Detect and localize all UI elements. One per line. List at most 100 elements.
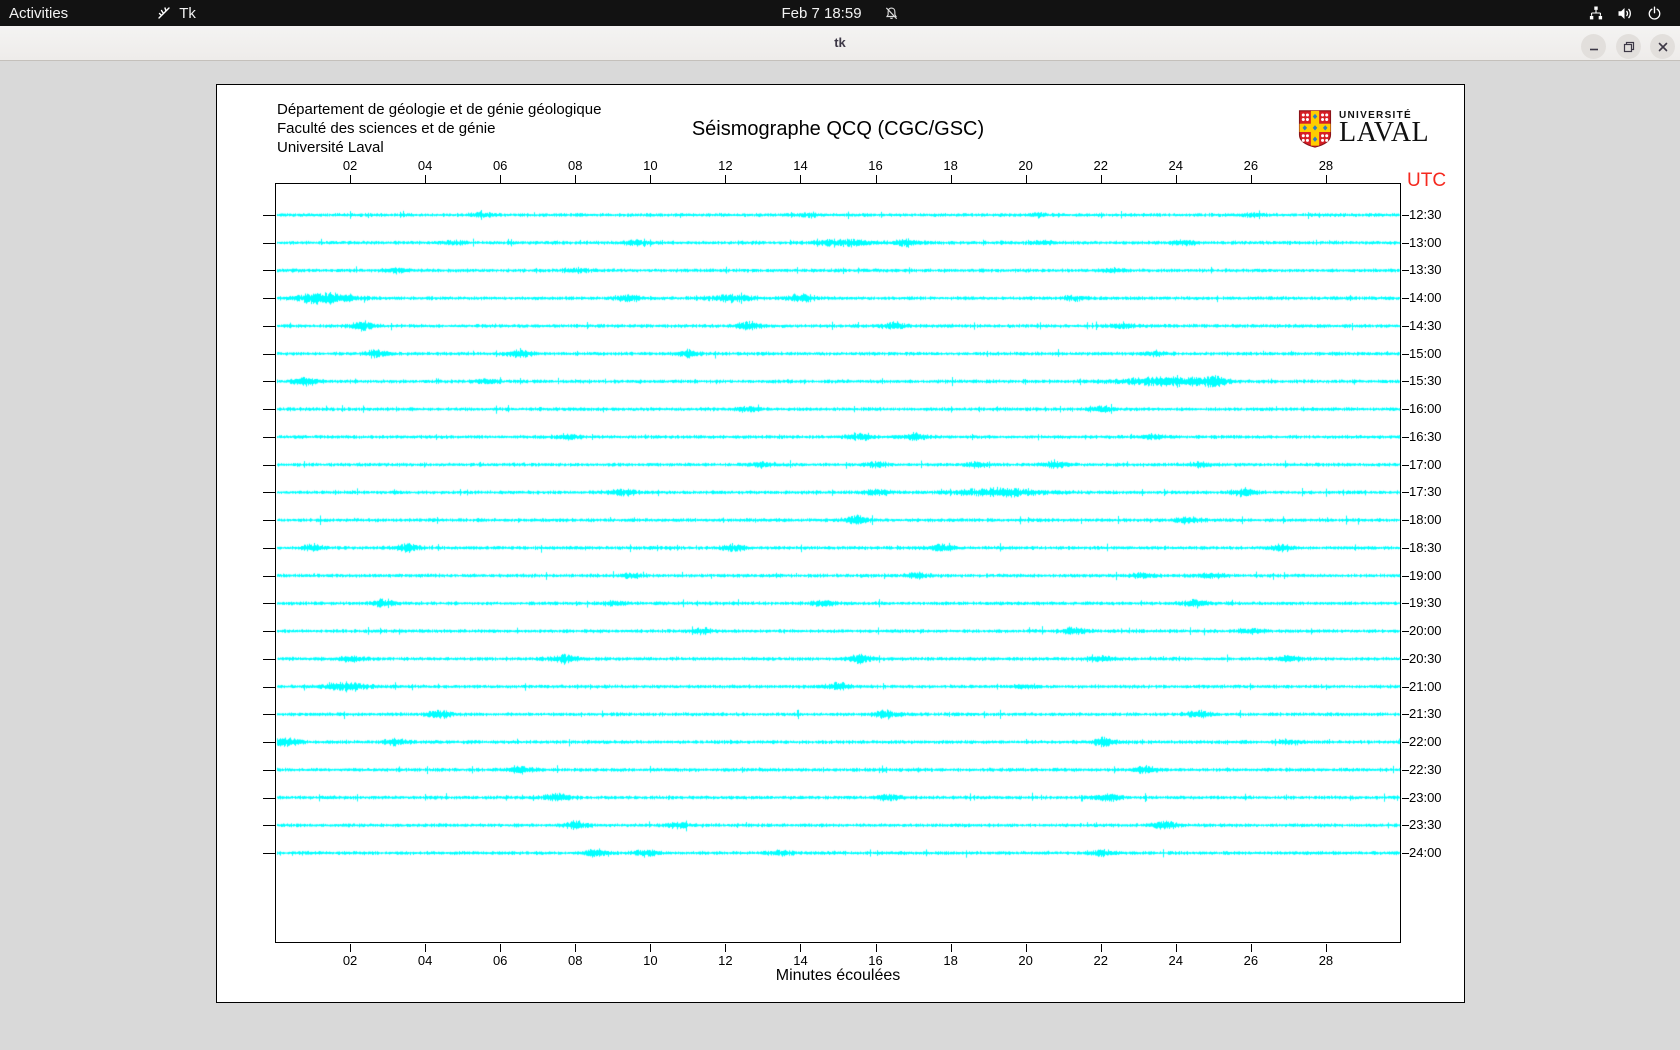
x-tick-mark-top xyxy=(1025,175,1027,183)
trace-tick-right xyxy=(1402,770,1409,771)
app-menu-label: Tk xyxy=(179,4,196,22)
trace-tick-left xyxy=(263,326,275,327)
clock-label: Feb 7 18:59 xyxy=(781,4,862,22)
x-tick-label-bottom: 28 xyxy=(1318,953,1334,968)
trace-tick-right xyxy=(1402,326,1409,327)
x-tick-mark-bottom xyxy=(800,944,802,952)
x-tick-label-bottom: 22 xyxy=(1093,953,1108,968)
trace-tick-right xyxy=(1402,853,1409,854)
x-tick-mark-bottom xyxy=(875,944,877,952)
trace-time-label: 14:00 xyxy=(1409,290,1442,305)
x-tick-label-top: 14 xyxy=(793,158,808,173)
trace-tick-right xyxy=(1402,631,1409,632)
close-icon xyxy=(1658,42,1667,51)
trace-tick-left xyxy=(263,659,275,660)
x-tick-mark-bottom xyxy=(1025,944,1027,952)
clock-button[interactable]: Feb 7 18:59 xyxy=(0,0,1680,26)
trace-tick-right xyxy=(1402,742,1409,743)
activities-label: Activities xyxy=(9,4,69,22)
maximize-button[interactable] xyxy=(1616,34,1641,59)
x-tick-label-top: 28 xyxy=(1318,158,1334,173)
trace-time-label: 17:30 xyxy=(1409,484,1442,499)
x-tick-mark-top xyxy=(1250,175,1252,183)
trace-tick-left xyxy=(263,298,275,299)
trace-tick-left xyxy=(263,492,275,493)
trace-time-label: 12:30 xyxy=(1409,207,1442,222)
x-tick-mark-top xyxy=(1100,175,1102,183)
trace-time-label: 20:30 xyxy=(1409,651,1442,666)
system-tray-button[interactable] xyxy=(1580,0,1670,26)
trace-tick-left xyxy=(263,520,275,521)
trace-tick-left xyxy=(263,465,275,466)
x-tick-mark-top xyxy=(575,175,577,183)
trace-tick-left xyxy=(263,409,275,410)
trace-time-label: 16:30 xyxy=(1409,429,1442,444)
trace-tick-right xyxy=(1402,409,1409,410)
x-tick-mark-top xyxy=(875,175,877,183)
app-menu-button[interactable]: Tk xyxy=(147,0,205,26)
x-tick-label-bottom: 20 xyxy=(1018,953,1033,968)
trace-tick-left xyxy=(263,825,275,826)
x-tick-mark-top xyxy=(1175,175,1177,183)
window-titlebar[interactable]: tk xyxy=(0,26,1680,61)
trace-tick-left xyxy=(263,742,275,743)
x-tick-label-bottom: 16 xyxy=(868,953,883,968)
trace-tick-left xyxy=(263,714,275,715)
trace-tick-left xyxy=(263,270,275,271)
trace-time-label: 21:30 xyxy=(1409,706,1442,721)
x-tick-label-top: 04 xyxy=(417,158,433,173)
activities-button[interactable]: Activities xyxy=(0,0,77,26)
trace-tick-left xyxy=(263,576,275,577)
trace-time-label: 19:00 xyxy=(1409,568,1442,583)
trace-tick-right xyxy=(1402,298,1409,299)
seismogram-traces xyxy=(216,84,1463,1001)
power-icon xyxy=(1648,5,1661,20)
x-tick-label-bottom: 02 xyxy=(342,953,358,968)
window-title: tk xyxy=(834,35,846,50)
trace-tick-left xyxy=(263,687,275,688)
x-tick-label-top: 02 xyxy=(342,158,358,173)
x-tick-label-top: 22 xyxy=(1093,158,1108,173)
trace-tick-right xyxy=(1402,215,1409,216)
x-tick-mark-bottom xyxy=(950,944,952,952)
trace-tick-right xyxy=(1402,714,1409,715)
x-tick-label-top: 06 xyxy=(492,158,508,173)
trace-tick-right xyxy=(1402,548,1409,549)
trace-tick-left xyxy=(263,631,275,632)
minimize-button[interactable] xyxy=(1581,34,1606,59)
x-tick-label-top: 12 xyxy=(718,158,733,173)
trace-tick-right xyxy=(1402,798,1409,799)
x-tick-label-bottom: 24 xyxy=(1168,953,1184,968)
x-tick-label-bottom: 18 xyxy=(943,953,958,968)
x-tick-mark-top xyxy=(725,175,727,183)
trace-time-label: 20:00 xyxy=(1409,623,1442,638)
x-tick-mark-bottom xyxy=(1100,944,1102,952)
trace-time-label: 17:00 xyxy=(1409,457,1442,472)
x-tick-mark-bottom xyxy=(1175,944,1177,952)
x-tick-label-bottom: 14 xyxy=(793,953,808,968)
volume-icon xyxy=(1618,7,1631,19)
x-tick-mark-top xyxy=(500,175,502,183)
x-tick-label-bottom: 10 xyxy=(643,953,658,968)
top-bar: Activities Tk Feb 7 18:59 xyxy=(0,0,1680,26)
x-tick-label-bottom: 26 xyxy=(1243,953,1259,968)
trace-tick-right xyxy=(1402,576,1409,577)
trace-time-label: 15:00 xyxy=(1409,346,1442,361)
x-tick-mark-bottom xyxy=(725,944,727,952)
trace-tick-left xyxy=(263,243,275,244)
network-icon xyxy=(1589,6,1603,19)
trace-tick-right xyxy=(1402,825,1409,826)
trace-tick-left xyxy=(263,548,275,549)
x-tick-label-bottom: 12 xyxy=(718,953,733,968)
trace-tick-right xyxy=(1402,465,1409,466)
x-tick-mark-bottom xyxy=(1325,944,1327,952)
close-button[interactable] xyxy=(1650,34,1675,59)
trace-time-label: 13:30 xyxy=(1409,262,1442,277)
trace-tick-right xyxy=(1402,270,1409,271)
x-tick-mark-top xyxy=(350,175,352,183)
x-tick-label-top: 26 xyxy=(1243,158,1259,173)
x-tick-mark-bottom xyxy=(425,944,427,952)
x-tick-label-bottom: 08 xyxy=(568,953,583,968)
x-tick-label-top: 08 xyxy=(568,158,583,173)
x-tick-mark-top xyxy=(800,175,802,183)
